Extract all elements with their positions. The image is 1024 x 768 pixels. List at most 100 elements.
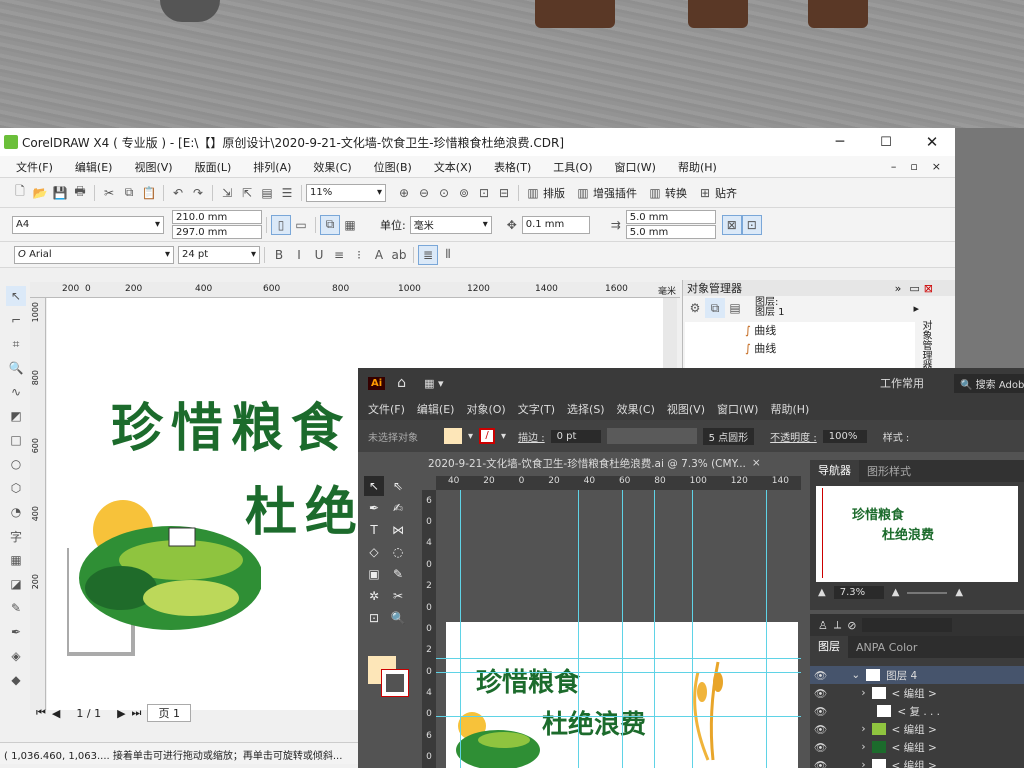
underline-icon[interactable]: U — [309, 245, 329, 265]
chevron-right-icon[interactable]: › — [861, 759, 865, 768]
undo-icon[interactable]: ↶ — [168, 183, 188, 203]
menu-window[interactable]: 窗口(W) — [615, 159, 656, 175]
dropcap-icon[interactable]: A — [369, 245, 389, 265]
redo-icon[interactable]: ↷ — [188, 183, 208, 203]
print-icon[interactable]: 🖶 — [70, 183, 90, 203]
menu-file[interactable]: 文件(F) — [16, 159, 53, 175]
layer-manager-icon[interactable]: ▤ — [725, 298, 745, 318]
horizontal-text-icon[interactable]: ≣ — [418, 244, 438, 265]
ai-menu-edit[interactable]: 编辑(E) — [417, 401, 455, 417]
import-icon[interactable]: ⇲ — [217, 183, 237, 203]
fill-tool-icon[interactable]: ◈ — [6, 646, 26, 666]
smart-fill-icon[interactable]: ◩ — [6, 406, 26, 426]
prev-page-icon[interactable]: ◀ — [52, 707, 60, 720]
plugin-icon[interactable]: ▥ — [573, 183, 593, 203]
app-launcher-icon[interactable]: ☰ — [277, 183, 297, 203]
eyedropper-icon[interactable]: ✎ — [6, 598, 26, 618]
zoom-out-icon[interactable]: ▲ — [818, 587, 826, 598]
shape-tool-icon[interactable]: ⌐ — [6, 310, 26, 330]
document-tab[interactable]: 2020-9-21-文化墙-饮食卫生-珍惜粮食杜绝浪费.ai @ 7.3% (C… — [420, 452, 780, 474]
layer-row[interactable]: 👁 › < 编组 > — [810, 756, 1024, 768]
type-tool-icon[interactable]: T — [364, 520, 384, 540]
width-tool-icon[interactable]: ⋈ — [388, 520, 408, 540]
landscape-icon[interactable]: ▭ — [291, 215, 311, 235]
zoom-width-icon[interactable]: ⊟ — [494, 183, 514, 203]
unit-select[interactable]: 毫米 ▾ — [409, 215, 492, 234]
docker-close-button[interactable]: ⊠ — [924, 282, 933, 295]
font-select[interactable]: O Arial ▾ — [14, 245, 174, 264]
link-icon[interactable]: ⊘ — [847, 619, 856, 632]
opacity-input[interactable]: 100% — [822, 429, 867, 443]
zoom-out-icon[interactable]: ⊖ — [414, 183, 434, 203]
zoom-small-icon[interactable]: ▲ — [892, 587, 900, 598]
doc-close-button[interactable]: × — [932, 160, 941, 173]
copy-icon[interactable]: ⧉ — [119, 183, 139, 203]
portrait-icon[interactable]: ▯ — [271, 214, 291, 235]
anpa-color-tab[interactable]: ANPA Color — [848, 641, 925, 654]
zoom-page-icon[interactable]: ⊡ — [474, 183, 494, 203]
next-page-icon[interactable]: ▶ — [117, 707, 125, 720]
zoom-tool-icon[interactable]: 🔍 — [6, 358, 26, 378]
enhance-plugin-button[interactable]: 增强插件 — [593, 185, 637, 201]
show-properties-icon[interactable]: ⚙ — [685, 298, 705, 318]
snap-button[interactable]: 贴齐 — [715, 185, 737, 201]
zoom-large-icon[interactable]: ▲ — [955, 587, 963, 598]
eye-icon[interactable]: 👁 — [814, 669, 827, 682]
publish-icon[interactable]: ▤ — [257, 183, 277, 203]
close-tab-icon[interactable]: × — [752, 457, 761, 469]
fill-swatch[interactable] — [444, 428, 462, 444]
ai-menu-type[interactable]: 文字(T) — [518, 401, 555, 417]
page-height-input[interactable]: 297.0 mm — [172, 225, 262, 239]
convert-button[interactable]: 转换 — [665, 185, 687, 201]
font-size-select[interactable]: 24 pt ▾ — [178, 245, 260, 264]
ai-menu-view[interactable]: 视图(V) — [667, 401, 705, 417]
text-tool-icon[interactable]: 字 — [6, 526, 26, 546]
ai-menu-help[interactable]: 帮助(H) — [770, 401, 809, 417]
navigator-tab[interactable]: 导航器 — [810, 460, 859, 482]
ai-menu-effect[interactable]: 效果(C) — [617, 401, 655, 417]
zoom-all-icon[interactable]: ⊚ — [454, 183, 474, 203]
blend-tool-icon[interactable]: ✲ — [364, 586, 384, 606]
snap-icon[interactable]: ⊞ — [695, 183, 715, 203]
draw-bounding-icon[interactable]: ⊡ — [741, 214, 762, 235]
ai-menu-window[interactable]: 窗口(W) — [717, 401, 758, 417]
eyedropper-tool-icon[interactable]: ✎ — [388, 564, 408, 584]
bold-icon[interactable]: B — [269, 245, 289, 265]
stroke-swatch[interactable]: / — [479, 428, 496, 444]
selection-tool-icon[interactable]: ↖ — [364, 476, 384, 496]
search-field[interactable]: 🔍 搜索 Adobe — [954, 373, 1024, 393]
edit-text-icon[interactable]: ab — [389, 245, 409, 265]
chevron-right-icon[interactable]: › — [861, 687, 865, 699]
crop-tool-icon[interactable]: ⌗ — [6, 334, 26, 354]
layers-tab[interactable]: 图层 — [810, 636, 848, 658]
menu-help[interactable]: 帮助(H) — [678, 159, 717, 175]
typeset-icon[interactable]: ▥ — [523, 183, 543, 203]
home-icon[interactable]: ⌂ — [397, 375, 406, 391]
lasso-tool-icon[interactable]: ◌ — [388, 542, 408, 562]
duplicate-x-input[interactable]: 5.0 mm — [625, 210, 716, 224]
artboard-tool-icon[interactable]: ⊡ — [364, 608, 384, 628]
paste-icon[interactable]: 📋 — [139, 183, 159, 203]
maximize-button[interactable]: ☐ — [863, 135, 909, 150]
scissors-tool-icon[interactable]: ✂ — [388, 586, 408, 606]
zoom-tool-icon[interactable]: 🔍 — [388, 608, 408, 628]
nudge-distance-input[interactable]: 0.1 mm — [521, 215, 590, 234]
layer-row[interactable]: 👁 < 复 . . . — [810, 702, 1024, 720]
list-item[interactable]: ∫ 曲线 — [745, 340, 915, 358]
brush-select[interactable]: 5 点圆形 — [702, 427, 755, 445]
layer-row[interactable]: 👁 ⌄ 图层 4 — [810, 666, 1024, 684]
ellipse-tool-icon[interactable]: ○ — [6, 454, 26, 474]
eye-icon[interactable]: 👁 — [814, 723, 827, 736]
navigator-zoom[interactable]: 7.3% — [833, 586, 884, 599]
direct-selection-icon[interactable]: ⇖ — [388, 476, 408, 496]
edit-across-layers-icon[interactable]: ⧉ — [705, 298, 725, 318]
cut-icon[interactable]: ✂ — [99, 183, 119, 203]
menu-edit[interactable]: 编辑(E) — [75, 159, 113, 175]
freehand-tool-icon[interactable]: ∿ — [6, 382, 26, 402]
curvature-tool-icon[interactable]: ✍ — [388, 498, 408, 518]
variable-width-select[interactable] — [606, 428, 697, 444]
pen-tool-icon[interactable]: ✒ — [364, 498, 384, 518]
layer-row[interactable]: 👁 › < 编组 > — [810, 738, 1024, 756]
table-tool-icon[interactable]: ▦ — [6, 550, 26, 570]
interactive-fill-icon[interactable]: ◆ — [6, 670, 26, 690]
